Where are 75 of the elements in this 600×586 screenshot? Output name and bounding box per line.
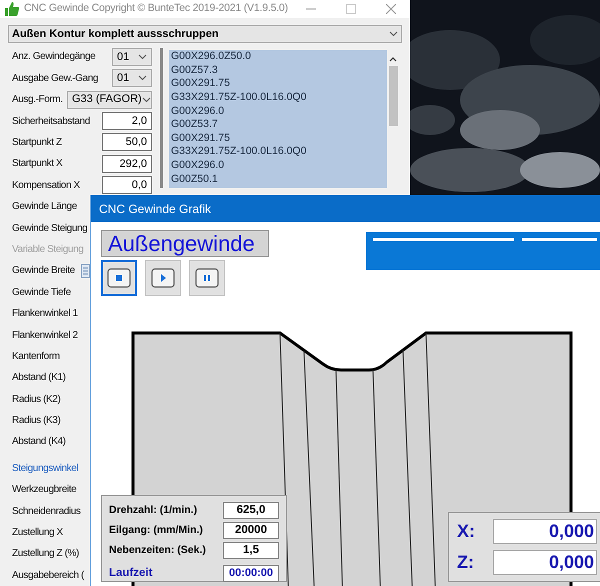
chevron-down-icon [389, 30, 398, 37]
chevron-down-icon [138, 54, 147, 60]
value-field[interactable]: 625,0 [223, 502, 279, 519]
input-field[interactable]: 0,0 [102, 176, 152, 194]
field-label: Gewinde Breite [12, 264, 75, 278]
field-label: Gewinde Steigung [12, 222, 88, 236]
value-field[interactable]: 1,5 [223, 542, 279, 559]
code-line: G00Z53.7 [171, 118, 219, 132]
field-label: Gewinde Länge [12, 200, 77, 214]
field-label: Zustellung Z (%) [12, 547, 79, 562]
window-title: CNC Gewinde Grafik [99, 200, 212, 218]
field-label: Sicherheitsabstand [12, 114, 90, 129]
code-line: G00X291.75 [171, 132, 231, 146]
pause-button[interactable] [189, 260, 225, 296]
field-label: Anz. Gewindegänge [12, 50, 96, 64]
code-line: G00X296.0Z50.0 [171, 50, 252, 64]
field-label: Werkzeugbreite [12, 483, 76, 498]
field-label: Eilgang: (mm/Min.) [109, 522, 203, 538]
mode-dropdown[interactable]: Außen Kontur komplett aussschruppen [8, 24, 402, 44]
value-field[interactable]: 20000 [223, 522, 279, 539]
field-label: Startpunkt X [12, 157, 62, 172]
field-label: Ausgabebereich ( [12, 568, 84, 583]
play-button[interactable] [145, 260, 181, 296]
field-label: Startpunkt Z [12, 136, 62, 150]
field-label: Ausgabe Gew.-Gang [12, 72, 98, 86]
code-line: G00X296.0 [171, 158, 226, 173]
dropdown[interactable]: G33 (FAGOR) [67, 90, 152, 109]
field-label: Zustellung X [12, 526, 63, 540]
code-line: G33X291.75Z-100.0L16.0Q0 [171, 91, 308, 105]
calculator-icon[interactable] [81, 264, 90, 278]
code-line: G33X291.75Z-100.0L16.0Q0 [171, 145, 308, 159]
input-field[interactable]: 2,0 [102, 112, 152, 130]
program-listing[interactable]: G00X296.0Z50.0 G00Z57.3 G00X291.75 G33X291.75Z-100.0L16.0Q0 G00X296.0 G00Z53.7 G00X291.75 G33X291.75Z-100.0L16.0Q0 G00X296.0 G00Z50.1 [169, 50, 387, 188]
field-label: Flankenwinkel 1 [12, 307, 78, 322]
stop-icon [107, 268, 131, 288]
thumbs-up-icon [4, 0, 20, 17]
thread-type-label: Außengewinde [101, 230, 269, 257]
field-label: Gewinde Tiefe [12, 286, 71, 300]
field-label: Radius (K2) [12, 392, 60, 407]
close-icon[interactable] [386, 4, 396, 14]
position-field: 0,000 [493, 550, 597, 575]
stop-button[interactable] [101, 260, 137, 296]
field-label: Flankenwinkel 2 [12, 328, 78, 342]
code-line: G00X291.75 [171, 77, 231, 92]
chevron-down-icon [142, 96, 151, 103]
field-label: Variable Steigung [12, 242, 84, 257]
field-label: Ausg.-Form. [12, 93, 63, 108]
runtime-label: Laufzeit [109, 566, 152, 581]
input-field[interactable]: 50,0 [102, 133, 152, 152]
field-label: Kompensation X [12, 178, 80, 193]
code-line: G00Z57.3 [171, 64, 219, 78]
scroll-up-icon[interactable] [389, 56, 397, 62]
dropdown[interactable]: 01 [112, 48, 152, 66]
maximize-icon[interactable] [346, 4, 356, 14]
field-label: Drehzahl: (1/min.) [109, 502, 198, 518]
axis-label: X: [457, 520, 476, 543]
field-label: Abstand (K1) [12, 371, 66, 386]
window-title: CNC Gewinde Copyright © BunteTec 2019-2021 (V1.9.5.0) [24, 0, 288, 16]
code-line: G00X296.0 [171, 104, 226, 118]
pause-icon [195, 268, 219, 288]
field-label: Radius (K3) [12, 414, 60, 428]
field-label: Nebenzeiten: (Sek.) [109, 542, 206, 558]
field-label: Abstand (K4) [12, 435, 66, 450]
field-label: Kantenform [12, 350, 60, 364]
axis-label: Z: [457, 551, 475, 574]
scroll-thumb[interactable] [388, 66, 398, 126]
field-label: Schneidenradius [12, 504, 80, 519]
dropdown[interactable]: 01 [112, 69, 152, 88]
position-field: 0,000 [493, 519, 597, 544]
play-icon [151, 268, 175, 288]
runtime-field: 00:00:00 [223, 565, 279, 582]
code-line: G00Z50.1 [171, 172, 219, 186]
input-field[interactable]: 292,0 [102, 154, 152, 173]
field-label: Steigungswinkel [12, 462, 78, 476]
chevron-down-icon [138, 75, 147, 82]
